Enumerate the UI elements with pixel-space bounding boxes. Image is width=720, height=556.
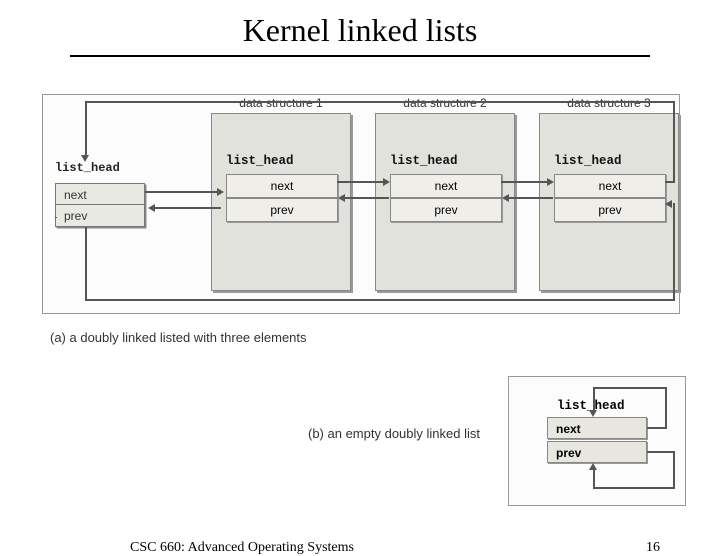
- struct-2-prev: prev: [390, 198, 502, 222]
- sentinel-box: next prev: [55, 183, 145, 227]
- caption-a: (a) a doubly linked listed with three el…: [50, 330, 307, 345]
- title-rule: [70, 55, 650, 57]
- slide-title: Kernel linked lists: [0, 12, 720, 49]
- struct-1-prev: prev: [226, 198, 338, 222]
- struct-1-title: data structure 1: [212, 96, 350, 110]
- struct-3-next: next: [554, 174, 666, 198]
- struct-3-title: data structure 3: [540, 96, 678, 110]
- struct-2: data structure 2 list_head next prev: [375, 113, 515, 291]
- mini-next: next: [547, 417, 647, 439]
- caption-b: (b) an empty doubly linked list: [308, 426, 480, 441]
- diagram-b-frame: list_head next prev: [508, 376, 686, 506]
- struct-3: data structure 3 list_head next prev: [539, 113, 679, 291]
- struct-2-next: next: [390, 174, 502, 198]
- footer-course: CSC 660: Advanced Operating Systems: [130, 540, 354, 556]
- diagram-a-frame: list_head next prev data structure 1 lis…: [42, 94, 680, 314]
- struct-2-header: list_head: [390, 154, 458, 168]
- sentinel-prev: prev: [55, 205, 145, 227]
- footer-page: 16: [646, 540, 660, 556]
- struct-2-title: data structure 2: [376, 96, 514, 110]
- sentinel-next: next: [55, 183, 145, 205]
- struct-3-header: list_head: [554, 154, 622, 168]
- struct-1-next: next: [226, 174, 338, 198]
- struct-3-prev: prev: [554, 198, 666, 222]
- mini-prev: prev: [547, 441, 647, 463]
- struct-1-header: list_head: [226, 154, 294, 168]
- sentinel-label: list_head: [55, 161, 120, 175]
- struct-1: data structure 1 list_head next prev: [211, 113, 351, 291]
